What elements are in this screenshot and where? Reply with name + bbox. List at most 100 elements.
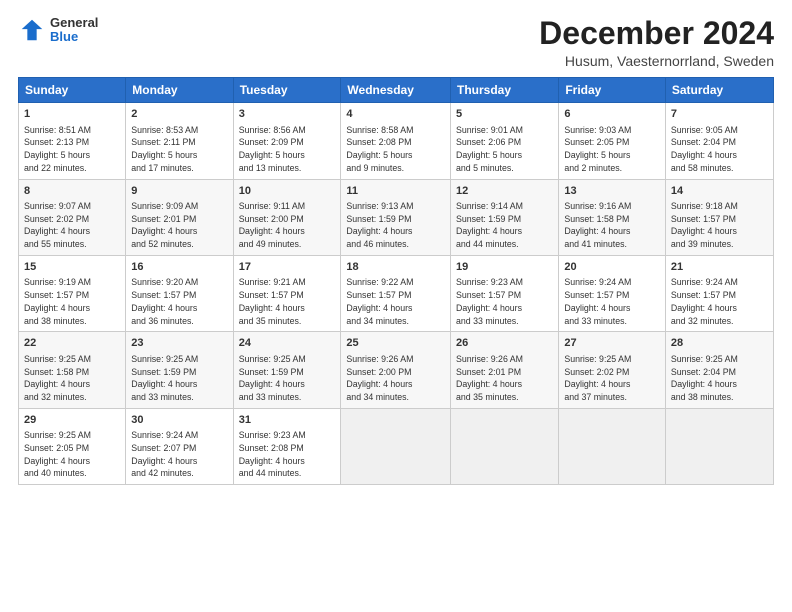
day-number: 1 (24, 107, 120, 122)
day-info: Sunrise: 9:25 AM Sunset: 1:59 PM Dayligh… (131, 353, 227, 404)
day-number: 20 (564, 260, 660, 275)
day-number: 2 (131, 107, 227, 122)
day-number: 29 (24, 413, 120, 428)
calendar-cell: 12Sunrise: 9:14 AM Sunset: 1:59 PM Dayli… (451, 179, 559, 255)
day-number: 18 (346, 260, 445, 275)
day-number: 25 (346, 336, 445, 351)
day-info: Sunrise: 9:11 AM Sunset: 2:00 PM Dayligh… (239, 200, 336, 251)
logo-icon (18, 16, 46, 44)
day-number: 21 (671, 260, 768, 275)
subtitle: Husum, Vaesternorrland, Sweden (539, 53, 774, 69)
logo-text: General Blue (50, 16, 98, 45)
day-info: Sunrise: 9:07 AM Sunset: 2:02 PM Dayligh… (24, 200, 120, 251)
day-info: Sunrise: 8:56 AM Sunset: 2:09 PM Dayligh… (239, 124, 336, 175)
day-number: 15 (24, 260, 120, 275)
calendar-cell: 26 Sunrise: 9:26 AM Sunset: 2:01 PM Dayli… (451, 332, 559, 408)
day-info: Sunrise: 9:14 AM Sunset: 1:59 PM Dayligh… (456, 200, 553, 251)
day-info: Sunrise: 9:24 AM Sunset: 1:57 PM Dayligh… (564, 276, 660, 327)
main-title: December 2024 (539, 16, 774, 51)
calendar-cell (559, 408, 666, 484)
calendar-cell: 9Sunrise: 9:09 AM Sunset: 2:01 PM Daylig… (126, 179, 233, 255)
logo: General Blue (18, 16, 98, 45)
calendar-cell: 21Sunrise: 9:24 AM Sunset: 1:57 PM Dayli… (665, 255, 773, 331)
calendar-cell: 24 Sunrise: 9:25 AM Sunset: 1:59 PM Dayli… (233, 332, 341, 408)
calendar-cell: 3 Sunrise: 8:56 AM Sunset: 2:09 PM Daylig… (233, 103, 341, 179)
day-info: Sunrise: 9:22 AM Sunset: 1:57 PM Dayligh… (346, 276, 445, 327)
calendar-header-sunday: Sunday (19, 78, 126, 103)
day-info: Sunrise: 9:23 AM Sunset: 1:57 PM Dayligh… (456, 276, 553, 327)
day-info: Sunrise: 9:19 AM Sunset: 1:57 PM Dayligh… (24, 276, 120, 327)
day-number: 14 (671, 184, 768, 199)
calendar-cell: 19Sunrise: 9:23 AM Sunset: 1:57 PM Dayli… (451, 255, 559, 331)
calendar-cell: 20Sunrise: 9:24 AM Sunset: 1:57 PM Dayli… (559, 255, 666, 331)
calendar-cell: 10Sunrise: 9:11 AM Sunset: 2:00 PM Dayli… (233, 179, 341, 255)
day-number: 17 (239, 260, 336, 275)
day-info: Sunrise: 9:25 AM Sunset: 1:59 PM Dayligh… (239, 353, 336, 404)
day-info: Sunrise: 9:26 AM Sunset: 2:01 PM Dayligh… (456, 353, 553, 404)
day-number: 24 (239, 336, 336, 351)
day-info: Sunrise: 9:21 AM Sunset: 1:57 PM Dayligh… (239, 276, 336, 327)
calendar-header-tuesday: Tuesday (233, 78, 341, 103)
calendar-cell: 30Sunrise: 9:24 AM Sunset: 2:07 PM Dayli… (126, 408, 233, 484)
calendar-week-row: 8Sunrise: 9:07 AM Sunset: 2:02 PM Daylig… (19, 179, 774, 255)
calendar-cell: 28 Sunrise: 9:25 AM Sunset: 2:04 PM Dayli… (665, 332, 773, 408)
day-number: 27 (564, 336, 660, 351)
day-number: 9 (131, 184, 227, 199)
day-info: Sunrise: 9:13 AM Sunset: 1:59 PM Dayligh… (346, 200, 445, 251)
calendar-cell: 14Sunrise: 9:18 AM Sunset: 1:57 PM Dayli… (665, 179, 773, 255)
day-number: 30 (131, 413, 227, 428)
calendar-cell: 7 Sunrise: 9:05 AM Sunset: 2:04 PM Daylig… (665, 103, 773, 179)
title-block: December 2024 Husum, Vaesternorrland, Sw… (539, 16, 774, 69)
day-number: 19 (456, 260, 553, 275)
calendar-cell: 27 Sunrise: 9:25 AM Sunset: 2:02 PM Dayli… (559, 332, 666, 408)
logo-blue-text: Blue (50, 30, 98, 44)
logo-general-text: General (50, 16, 98, 30)
calendar-header-friday: Friday (559, 78, 666, 103)
day-number: 31 (239, 413, 336, 428)
day-number: 26 (456, 336, 553, 351)
day-info: Sunrise: 8:51 AM Sunset: 2:13 PM Dayligh… (24, 124, 120, 175)
calendar-cell: 16Sunrise: 9:20 AM Sunset: 1:57 PM Dayli… (126, 255, 233, 331)
calendar-cell: 6Sunrise: 9:03 AM Sunset: 2:05 PM Daylig… (559, 103, 666, 179)
calendar-cell (665, 408, 773, 484)
day-info: Sunrise: 9:25 AM Sunset: 2:05 PM Dayligh… (24, 429, 120, 480)
calendar-table: SundayMondayTuesdayWednesdayThursdayFrid… (18, 77, 774, 485)
day-number: 12 (456, 184, 553, 199)
day-info: Sunrise: 9:20 AM Sunset: 1:57 PM Dayligh… (131, 276, 227, 327)
calendar-week-row: 1 Sunrise: 8:51 AM Sunset: 2:13 PM Daylig… (19, 103, 774, 179)
calendar-week-row: 15Sunrise: 9:19 AM Sunset: 1:57 PM Dayli… (19, 255, 774, 331)
calendar-cell: 18Sunrise: 9:22 AM Sunset: 1:57 PM Dayli… (341, 255, 451, 331)
day-number: 16 (131, 260, 227, 275)
day-info: Sunrise: 9:26 AM Sunset: 2:00 PM Dayligh… (346, 353, 445, 404)
day-info: Sunrise: 9:24 AM Sunset: 2:07 PM Dayligh… (131, 429, 227, 480)
day-info: Sunrise: 9:05 AM Sunset: 2:04 PM Dayligh… (671, 124, 768, 175)
calendar-cell: 2 Sunrise: 8:53 AM Sunset: 2:11 PM Daylig… (126, 103, 233, 179)
page: General Blue December 2024 Husum, Vaeste… (0, 0, 792, 612)
calendar-cell: 1 Sunrise: 8:51 AM Sunset: 2:13 PM Daylig… (19, 103, 126, 179)
day-info: Sunrise: 9:01 AM Sunset: 2:06 PM Dayligh… (456, 124, 553, 175)
calendar-cell: 25 Sunrise: 9:26 AM Sunset: 2:00 PM Dayli… (341, 332, 451, 408)
day-number: 3 (239, 107, 336, 122)
day-number: 10 (239, 184, 336, 199)
calendar-cell: 13Sunrise: 9:16 AM Sunset: 1:58 PM Dayli… (559, 179, 666, 255)
day-info: Sunrise: 9:18 AM Sunset: 1:57 PM Dayligh… (671, 200, 768, 251)
day-number: 28 (671, 336, 768, 351)
day-number: 7 (671, 107, 768, 122)
day-number: 6 (564, 107, 660, 122)
calendar-cell: 23Sunrise: 9:25 AM Sunset: 1:59 PM Dayli… (126, 332, 233, 408)
calendar-cell: 17Sunrise: 9:21 AM Sunset: 1:57 PM Dayli… (233, 255, 341, 331)
day-info: Sunrise: 9:23 AM Sunset: 2:08 PM Dayligh… (239, 429, 336, 480)
day-number: 13 (564, 184, 660, 199)
day-info: Sunrise: 9:25 AM Sunset: 2:02 PM Dayligh… (564, 353, 660, 404)
day-info: Sunrise: 9:25 AM Sunset: 2:04 PM Dayligh… (671, 353, 768, 404)
calendar-cell: 4Sunrise: 8:58 AM Sunset: 2:08 PM Daylig… (341, 103, 451, 179)
calendar-cell: 31Sunrise: 9:23 AM Sunset: 2:08 PM Dayli… (233, 408, 341, 484)
calendar-cell (451, 408, 559, 484)
calendar-header-saturday: Saturday (665, 78, 773, 103)
day-number: 11 (346, 184, 445, 199)
calendar-header-wednesday: Wednesday (341, 78, 451, 103)
calendar-cell: 8Sunrise: 9:07 AM Sunset: 2:02 PM Daylig… (19, 179, 126, 255)
day-number: 22 (24, 336, 120, 351)
calendar-cell (341, 408, 451, 484)
day-info: Sunrise: 8:53 AM Sunset: 2:11 PM Dayligh… (131, 124, 227, 175)
